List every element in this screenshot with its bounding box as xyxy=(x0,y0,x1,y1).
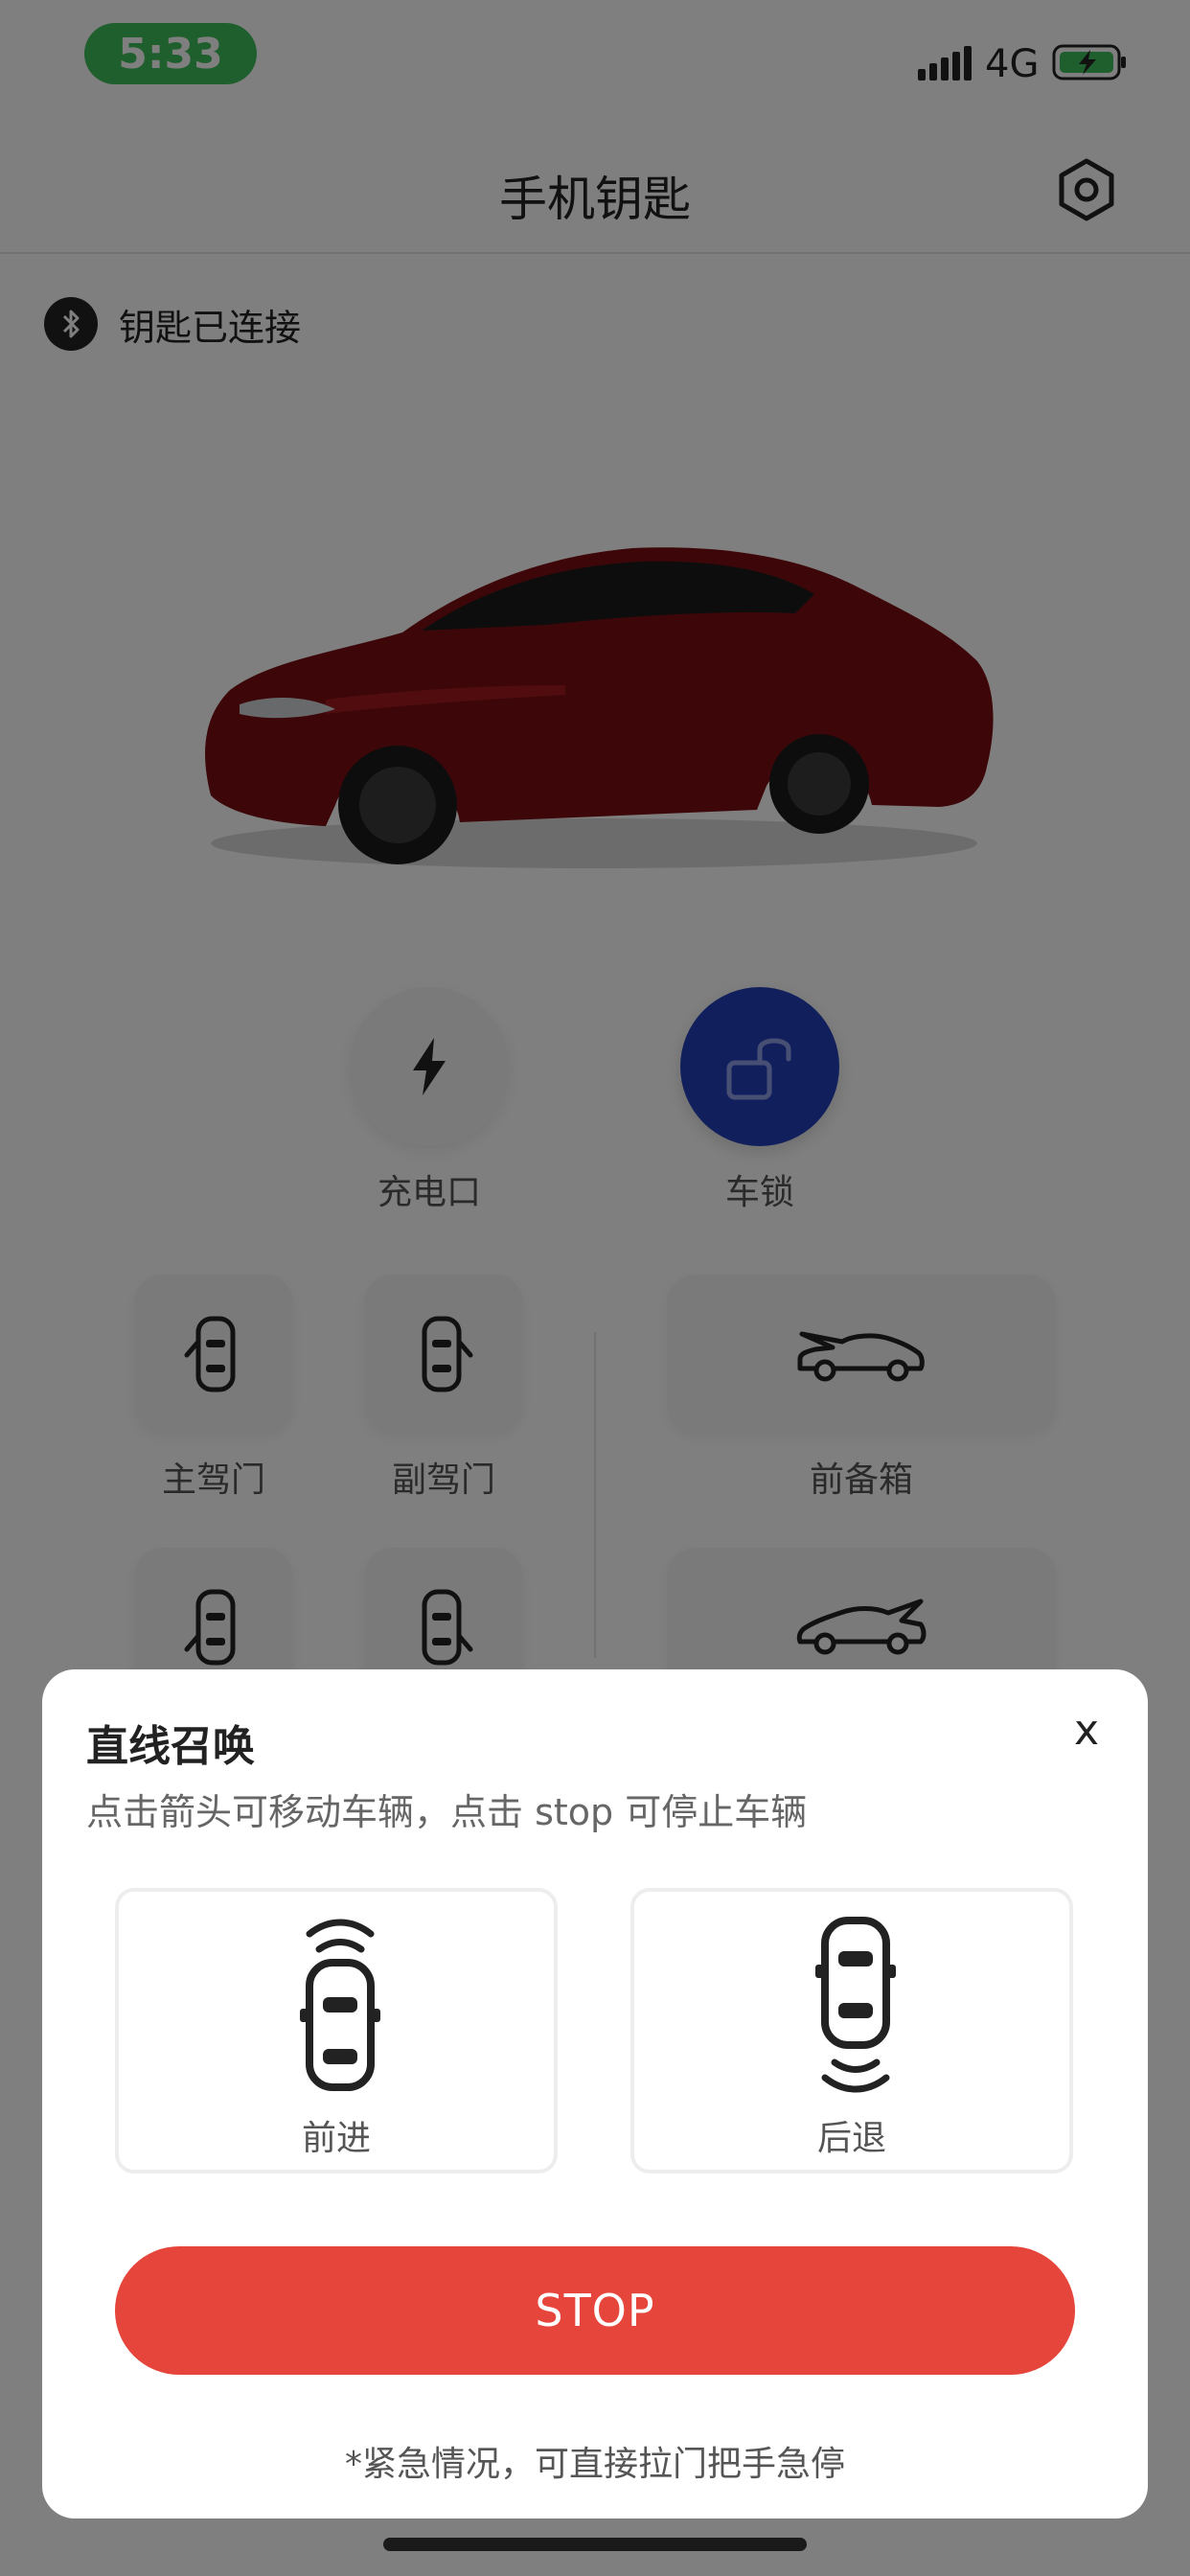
car-backward-icon xyxy=(815,1917,896,2093)
car-forward-icon xyxy=(300,1919,380,2091)
close-button[interactable]: x xyxy=(1058,1702,1115,1760)
modal-subtitle: 点击箭头可移动车辆，点击 stop 可停止车辆 xyxy=(86,1791,808,1833)
backward-button[interactable]: 后退 xyxy=(630,1888,1073,2174)
modal-title: 直线召唤 xyxy=(86,1722,255,1771)
summon-modal: 直线召唤 x 点击箭头可移动车辆，点击 stop 可停止车辆 前进 后退 STO… xyxy=(42,1669,1148,2518)
stop-button[interactable]: STOP xyxy=(115,2246,1075,2375)
forward-button[interactable]: 前进 xyxy=(115,1888,558,2174)
home-indicator[interactable] xyxy=(383,2538,807,2551)
backward-label: 后退 xyxy=(816,2119,886,2158)
forward-label: 前进 xyxy=(301,2119,371,2158)
emergency-note: *紧急情况，可直接拉门把手急停 xyxy=(344,2445,845,2484)
